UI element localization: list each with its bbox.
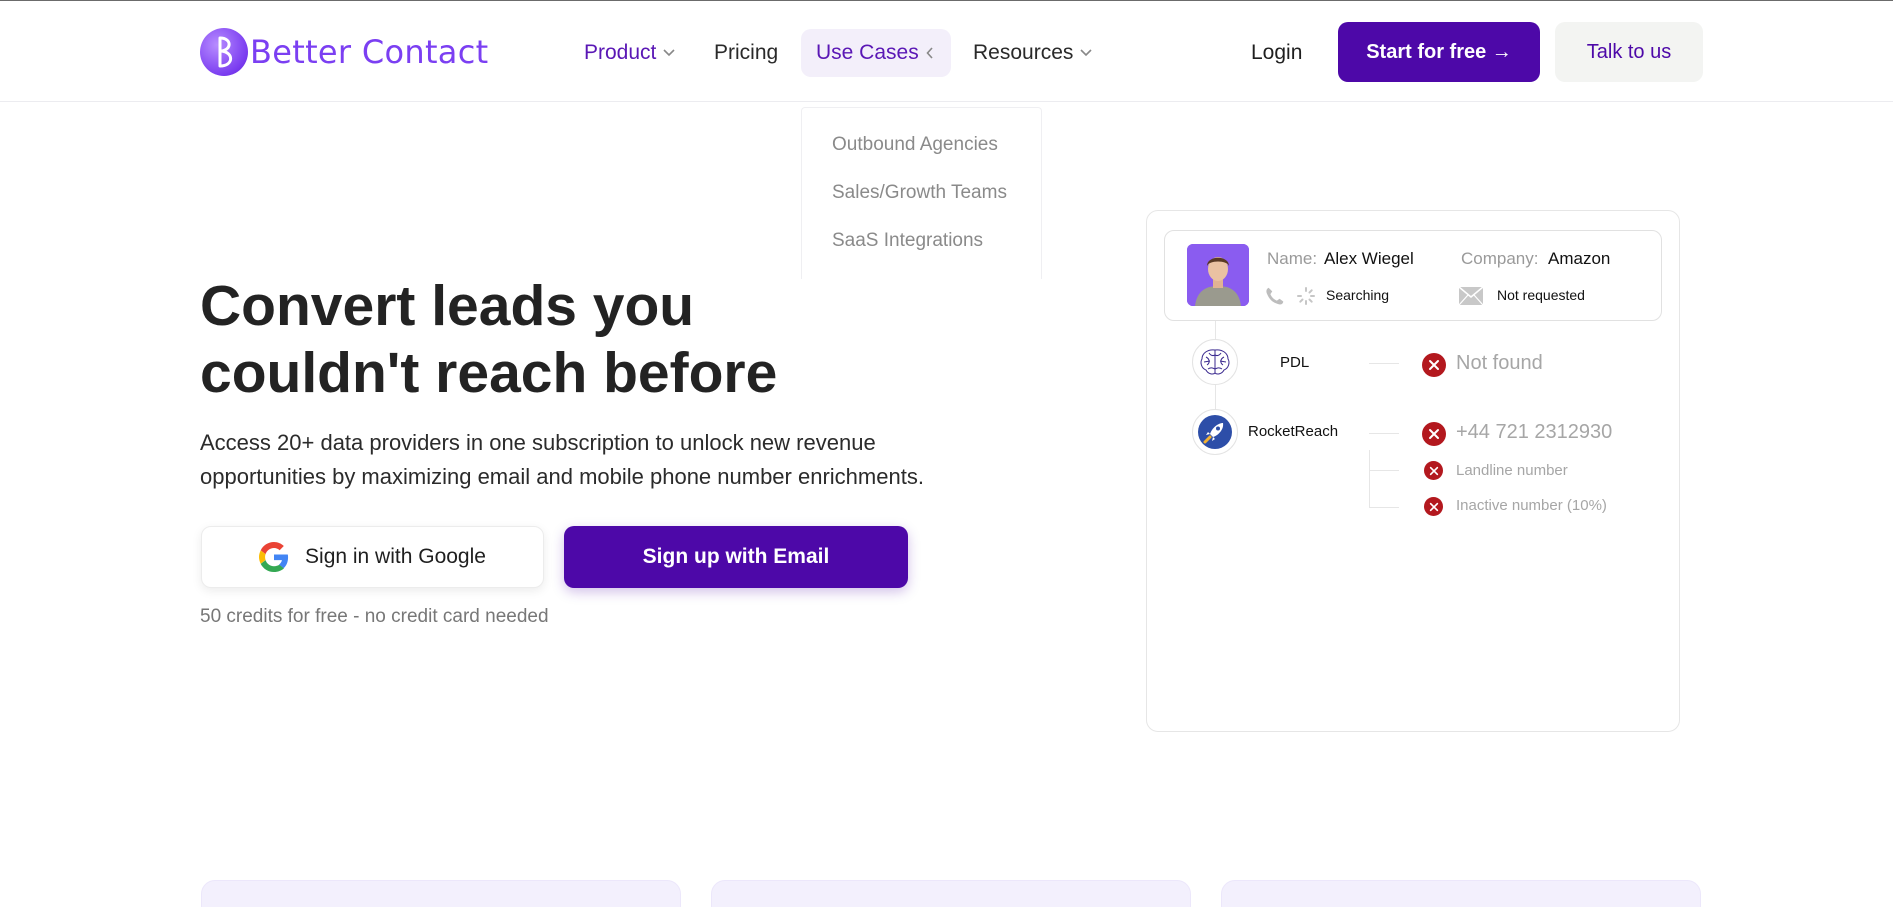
provider-name-rocketreach: RocketReach — [1248, 423, 1339, 440]
email-status: Not requested — [1497, 287, 1585, 303]
name-label: Name: — [1267, 249, 1318, 268]
pdl-connector — [1369, 363, 1399, 364]
avatar — [1187, 244, 1249, 306]
loading-spinner-icon — [1296, 286, 1316, 311]
nav-use-cases-label: Use Cases — [816, 41, 919, 64]
provider-name-pdl: PDL — [1280, 354, 1310, 371]
nav-product[interactable]: Product — [584, 29, 675, 77]
chevron-down-icon — [1080, 49, 1092, 57]
landline-connector — [1369, 470, 1399, 471]
hero-subtitle-line-2: opportunities by maximizing email and mo… — [200, 464, 924, 489]
hero-title-line-2: couldn't reach before — [200, 341, 778, 405]
error-icon — [1424, 461, 1443, 480]
phone-status: Searching — [1326, 287, 1390, 303]
rocketreach-connector — [1369, 433, 1399, 434]
inactive-connector — [1369, 507, 1399, 508]
site-header: Better Contact Product Pricing Use Cases… — [0, 1, 1893, 102]
hero-subtitle: Access 20+ data providers in one subscri… — [200, 426, 960, 494]
nav-resources-label: Resources — [973, 41, 1074, 64]
feature-card — [711, 880, 1191, 907]
chevron-down-icon — [663, 49, 675, 57]
use-cases-dropdown: Outbound Agencies Sales/Growth Teams Saa… — [801, 107, 1042, 279]
rocket-icon — [1192, 409, 1238, 455]
sign-up-with-email-button[interactable]: Sign up with Email — [564, 526, 908, 588]
chevron-left-icon — [926, 47, 934, 59]
feature-card — [201, 880, 681, 907]
nav-use-cases[interactable]: Use Cases — [801, 29, 951, 77]
logo-text: Better Contact — [250, 33, 489, 71]
company-value: Amazon — [1548, 249, 1611, 268]
sub-results-connector — [1369, 450, 1370, 508]
nav-pricing-label: Pricing — [714, 41, 779, 64]
phone-icon — [1264, 285, 1286, 312]
nav-resources[interactable]: Resources — [973, 29, 1092, 77]
brain-icon — [1192, 339, 1238, 385]
feature-card — [1221, 880, 1701, 907]
google-icon — [259, 542, 289, 572]
sign-in-with-google-button[interactable]: Sign in with Google — [201, 526, 544, 588]
start-for-free-button[interactable]: Start for free → — [1338, 22, 1540, 82]
landline-result: Landline number — [1456, 462, 1568, 479]
free-credits-note: 50 credits for free - no credit card nee… — [200, 606, 549, 627]
page: Better Contact Product Pricing Use Cases… — [0, 0, 1893, 907]
menu-item-outbound-agencies[interactable]: Outbound Agencies — [832, 134, 998, 156]
google-button-label: Sign in with Google — [305, 545, 486, 568]
hero-title-line-1: Convert leads you — [200, 274, 695, 338]
name-value: Alex Wiegel — [1324, 249, 1414, 268]
envelope-icon — [1458, 286, 1484, 310]
menu-item-sales-growth-teams[interactable]: Sales/Growth Teams — [832, 182, 1007, 204]
logo-mark-icon — [200, 28, 248, 76]
talk-to-us-button[interactable]: Talk to us — [1555, 22, 1703, 82]
nav-product-label: Product — [584, 41, 657, 64]
inactive-result: Inactive number (10%) — [1456, 497, 1607, 514]
error-icon — [1422, 353, 1446, 377]
rocketreach-result: +44 721 2312930 — [1456, 421, 1613, 443]
hero-subtitle-line-1: Access 20+ data providers in one subscri… — [200, 430, 876, 455]
nav-pricing[interactable]: Pricing — [714, 29, 778, 77]
pdl-result: Not found — [1456, 352, 1543, 374]
error-icon — [1424, 497, 1443, 516]
logo[interactable]: Better Contact — [200, 28, 488, 76]
company-label: Company: — [1461, 249, 1539, 268]
menu-item-saas-integrations[interactable]: SaaS Integrations — [832, 230, 983, 252]
hero-title: Convert leads you couldn't reach before — [200, 273, 900, 407]
error-icon — [1422, 422, 1446, 446]
login-link[interactable]: Login — [1251, 29, 1302, 77]
